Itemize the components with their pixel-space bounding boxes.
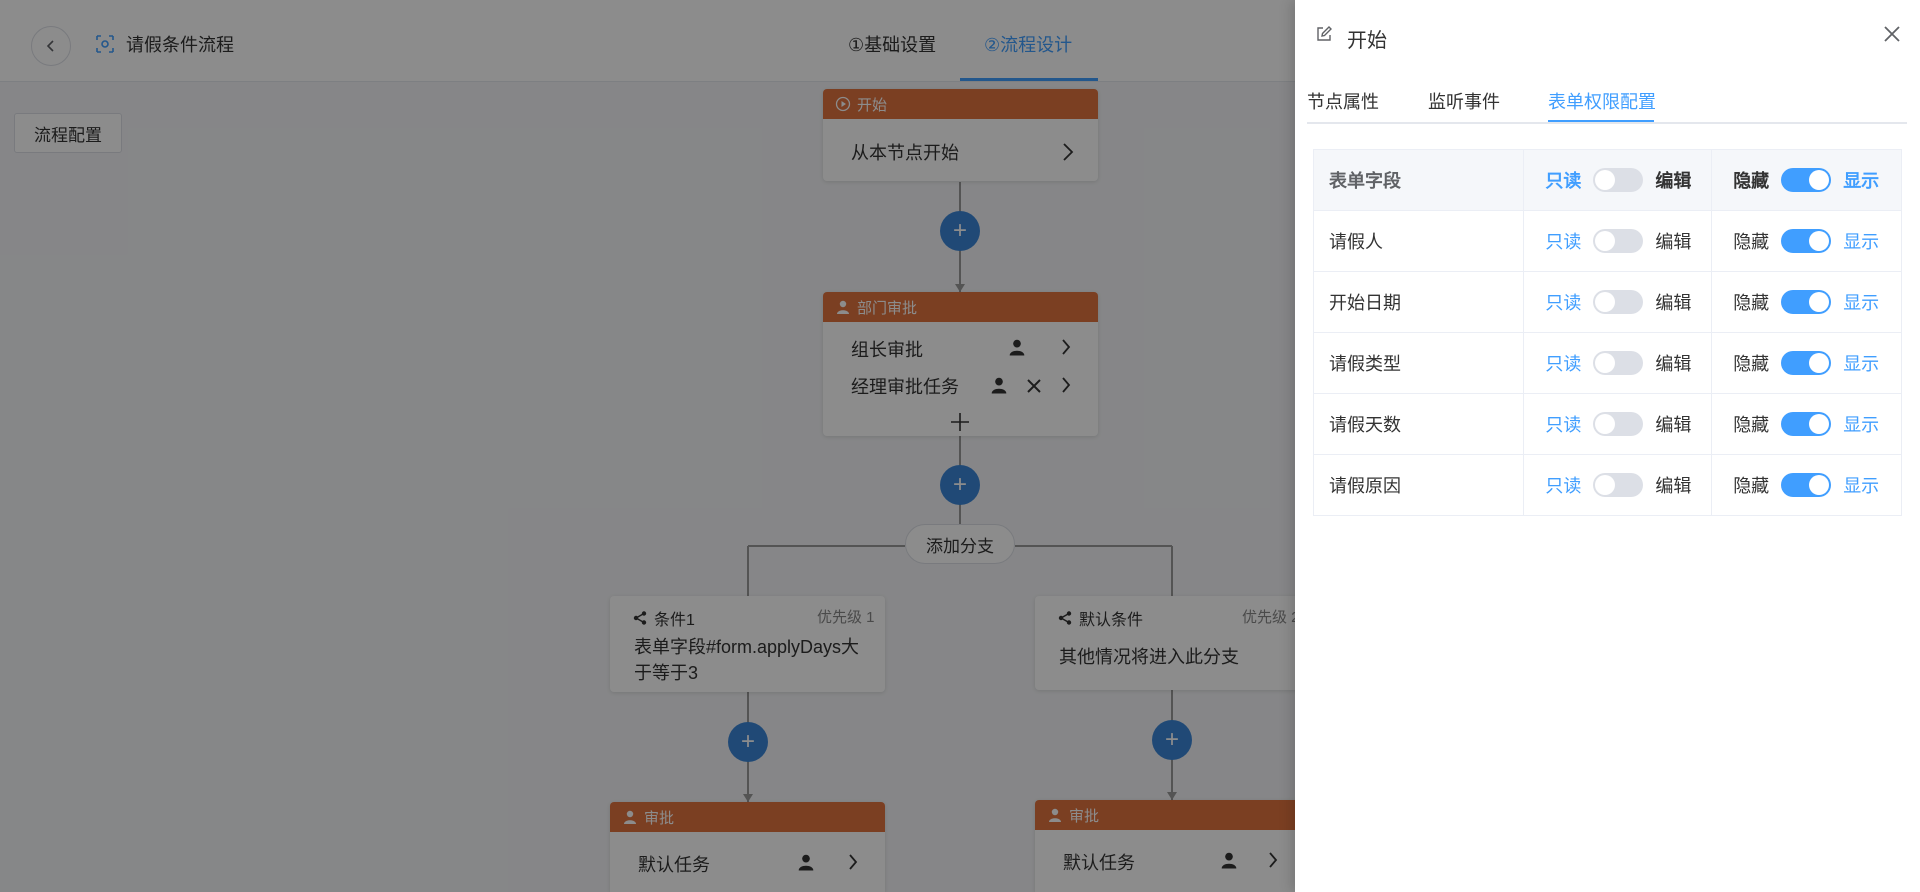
- show-label: 显示: [1843, 293, 1880, 313]
- header-show-cell: 隐藏 显示: [1711, 149, 1902, 211]
- show-label: 显示: [1843, 354, 1880, 374]
- edit-label: 编辑: [1655, 354, 1692, 374]
- readonly-label: 只读: [1545, 354, 1582, 374]
- close-icon[interactable]: [1880, 22, 1904, 46]
- edit-toggle[interactable]: [1593, 351, 1644, 375]
- hide-label: 隐藏: [1733, 415, 1770, 435]
- tab-listen-events[interactable]: 监听事件: [1428, 88, 1500, 114]
- header-edit-cell: 只读 编辑: [1523, 149, 1713, 211]
- readonly-label: 只读: [1545, 232, 1582, 252]
- edit-cell: 只读 编辑: [1523, 271, 1713, 333]
- header-field: 表单字段: [1312, 149, 1525, 211]
- field-name: 请假类型: [1312, 332, 1525, 394]
- edit-label: 编辑: [1655, 293, 1692, 313]
- table-row: 请假类型 只读 编辑 隐藏 显示: [1312, 332, 1902, 394]
- edit-toggle[interactable]: [1593, 290, 1644, 314]
- tab-active-indicator: [1548, 120, 1654, 122]
- header-edit-label: 编辑: [1655, 171, 1692, 191]
- readonly-label: 只读: [1545, 415, 1582, 435]
- show-toggle[interactable]: [1781, 229, 1832, 253]
- tab-node-properties[interactable]: 节点属性: [1307, 88, 1379, 114]
- field-name: 请假原因: [1312, 454, 1525, 516]
- header-show-label: 显示: [1843, 171, 1880, 191]
- header-readonly-label: 只读: [1545, 171, 1582, 191]
- show-cell: 隐藏 显示: [1711, 454, 1902, 516]
- show-label: 显示: [1843, 415, 1880, 435]
- table-row: 请假原因 只读 编辑 隐藏 显示: [1312, 454, 1902, 516]
- edit-label: 编辑: [1655, 476, 1692, 496]
- tab-form-permissions[interactable]: 表单权限配置: [1548, 88, 1656, 114]
- header-edit-toggle[interactable]: [1593, 168, 1644, 192]
- show-toggle[interactable]: [1781, 290, 1832, 314]
- edit-toggle[interactable]: [1593, 412, 1644, 436]
- hide-label: 隐藏: [1733, 354, 1770, 374]
- edit-icon: [1317, 26, 1332, 41]
- edit-label: 编辑: [1655, 415, 1692, 435]
- show-toggle[interactable]: [1781, 473, 1832, 497]
- drawer-title: 开始: [1347, 30, 1387, 52]
- edit-toggle[interactable]: [1593, 229, 1644, 253]
- edit-cell: 只读 编辑: [1523, 210, 1713, 272]
- table-row: 请假天数 只读 编辑 隐藏 显示: [1312, 393, 1902, 455]
- field-name: 开始日期: [1312, 271, 1525, 333]
- show-label: 显示: [1843, 476, 1880, 496]
- hide-label: 隐藏: [1733, 476, 1770, 496]
- hide-label: 隐藏: [1733, 293, 1770, 313]
- form-permission-table: 表单字段 只读 编辑 隐藏 显示 请假人 只读 编辑 隐藏 显示 开始日期 只读…: [1312, 149, 1902, 516]
- header-hide-label: 隐藏: [1733, 171, 1770, 191]
- field-name: 请假人: [1312, 210, 1525, 272]
- edit-cell: 只读 编辑: [1523, 332, 1713, 394]
- edit-cell: 只读 编辑: [1523, 393, 1713, 455]
- node-config-drawer: 开始 节点属性 监听事件 表单权限配置 表单字段 只读 编辑 隐藏 显示 请假人…: [1295, 0, 1920, 892]
- show-cell: 隐藏 显示: [1711, 393, 1902, 455]
- readonly-label: 只读: [1545, 476, 1582, 496]
- edit-toggle[interactable]: [1593, 473, 1644, 497]
- show-cell: 隐藏 显示: [1711, 271, 1902, 333]
- header-show-toggle[interactable]: [1781, 168, 1832, 192]
- hide-label: 隐藏: [1733, 232, 1770, 252]
- show-toggle[interactable]: [1781, 351, 1832, 375]
- show-label: 显示: [1843, 232, 1880, 252]
- modal-overlay[interactable]: [0, 0, 1295, 892]
- show-cell: 隐藏 显示: [1711, 332, 1902, 394]
- field-name: 请假天数: [1312, 393, 1525, 455]
- show-cell: 隐藏 显示: [1711, 210, 1902, 272]
- table-header-row: 表单字段 只读 编辑 隐藏 显示: [1312, 149, 1902, 211]
- readonly-label: 只读: [1545, 293, 1582, 313]
- show-toggle[interactable]: [1781, 412, 1832, 436]
- edit-cell: 只读 编辑: [1523, 454, 1713, 516]
- edit-label: 编辑: [1655, 232, 1692, 252]
- drawer-tabs: 节点属性 监听事件 表单权限配置: [1307, 86, 1907, 124]
- table-row: 开始日期 只读 编辑 隐藏 显示: [1312, 271, 1902, 333]
- table-row: 请假人 只读 编辑 隐藏 显示: [1312, 210, 1902, 272]
